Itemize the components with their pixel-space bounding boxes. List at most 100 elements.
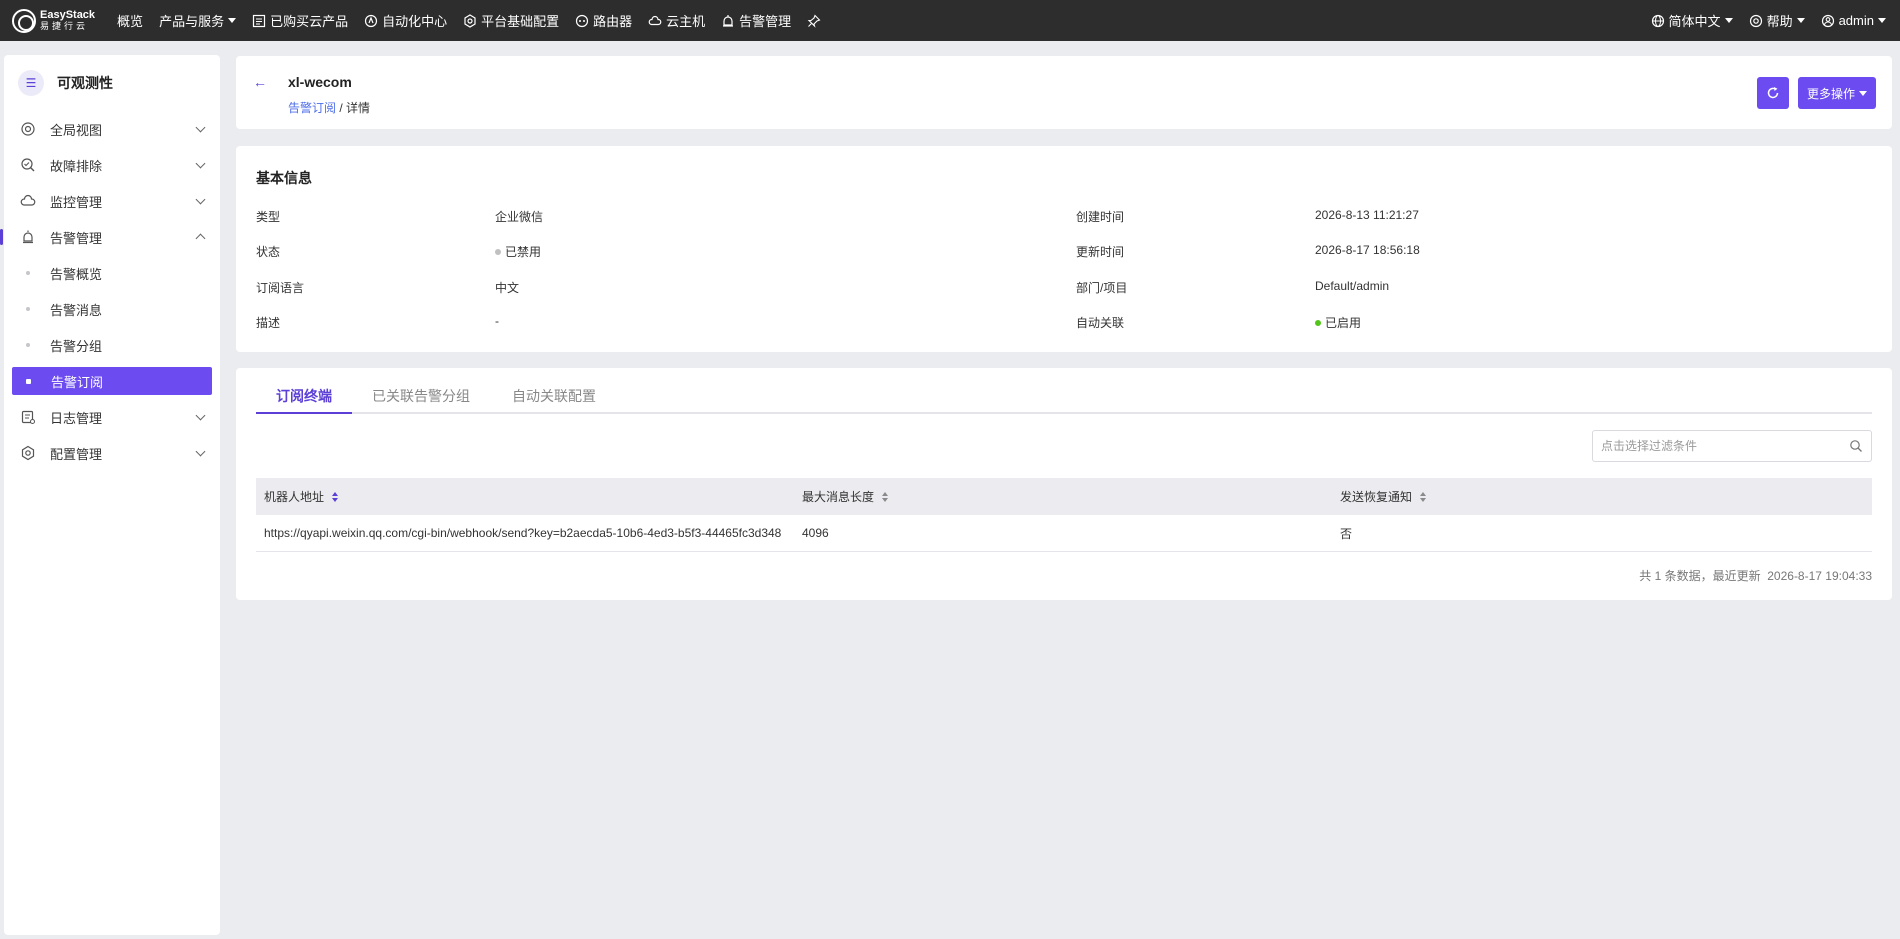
- user-menu[interactable]: admin: [1813, 0, 1894, 41]
- username-label: admin: [1838, 13, 1874, 28]
- sort-icon[interactable]: [882, 492, 889, 502]
- nav-automation-center[interactable]: 自动化中心: [356, 0, 455, 41]
- info-value-updated: 2026-8-17 18:56:18: [1315, 243, 1420, 257]
- automation-icon: [364, 14, 378, 27]
- sidebar-item-config-management[interactable]: 配置管理: [4, 435, 220, 471]
- info-auto-association: 已启用: [1315, 314, 1361, 331]
- logo-text-en: EasyStack: [40, 8, 96, 21]
- back-arrow-icon[interactable]: ←: [250, 72, 270, 92]
- chevron-down-icon: [195, 410, 206, 421]
- sidebar-item-global-view[interactable]: 全局视图: [4, 111, 220, 147]
- tab-auto-association-config[interactable]: 自动关联配置: [512, 386, 596, 414]
- menu-icon[interactable]: ☰: [18, 70, 44, 96]
- info-value-language: 中文: [495, 281, 520, 295]
- info-value-status: 已禁用: [505, 245, 542, 259]
- log-icon: [21, 410, 35, 424]
- column-header-robot-address[interactable]: 机器人地址: [256, 488, 794, 505]
- globe-icon: [1651, 14, 1664, 27]
- info-status: 已禁用: [495, 243, 541, 260]
- info-label-status: 状态: [256, 245, 281, 259]
- nav-products-services[interactable]: 产品与服务: [151, 0, 244, 41]
- language-label: 简体中文: [1668, 14, 1721, 29]
- sidebar-subitem-alarm-overview[interactable]: 告警概览: [4, 255, 220, 291]
- easystack-logo[interactable]: EasyStack 易捷行云: [12, 0, 95, 41]
- chevron-down-icon: [195, 122, 206, 133]
- logo-text-cn: 易捷行云: [40, 20, 89, 31]
- help-icon: [1749, 14, 1762, 27]
- info-value-created: 2026-8-13 11:21:27: [1315, 208, 1419, 222]
- nav-overview-label: 概览: [117, 14, 144, 29]
- sidebar-item-label: 日志管理: [50, 410, 103, 426]
- nav-alarm-management[interactable]: 告警管理: [713, 0, 799, 41]
- cell-robot-address: https://qyapi.weixin.qq.com/cgi-bin/webh…: [264, 526, 782, 540]
- top-navigation-bar: EasyStack 易捷行云 概览 产品与服务 已购买云产品 自动化中心 平台基…: [0, 0, 1900, 41]
- sidebar-item-label: 全局视图: [50, 122, 103, 138]
- breadcrumb-link-alarm-subscription[interactable]: 告警订阅: [288, 101, 336, 115]
- tab-subscription-endpoints[interactable]: 订阅终端: [276, 386, 332, 414]
- sidebar-item-label: 配置管理: [50, 446, 103, 462]
- more-actions-button[interactable]: 更多操作: [1798, 77, 1876, 109]
- nav-platform-config[interactable]: 平台基础配置: [455, 0, 567, 41]
- nav-cloud-host[interactable]: 云主机: [640, 0, 713, 41]
- sidebar-item-label: 告警管理: [50, 230, 103, 246]
- global-view-icon: [21, 122, 35, 136]
- tab-bar: 订阅终端 已关联告警分组 自动关联配置: [256, 386, 1872, 414]
- endpoints-table: 机器人地址 最大消息长度 发送恢复通知 https://qyapi.weixin…: [256, 478, 1872, 552]
- gear-icon: [21, 445, 35, 461]
- tab-linked-alarm-groups[interactable]: 已关联告警分组: [372, 386, 470, 414]
- sort-icon[interactable]: [332, 492, 339, 502]
- nav-overview[interactable]: 概览: [109, 0, 151, 41]
- sort-icon[interactable]: [1420, 492, 1427, 502]
- column-header-label: 最大消息长度: [802, 490, 875, 504]
- chevron-down-icon: [195, 194, 206, 205]
- sidebar-item-label: 监控管理: [50, 194, 103, 210]
- info-label-type: 类型: [256, 210, 281, 224]
- sidebar-subitem-alarm-messages[interactable]: 告警消息: [4, 291, 220, 327]
- nav-purchased-products[interactable]: 已购买云产品: [244, 0, 356, 41]
- filter-search-box[interactable]: [1592, 430, 1872, 462]
- sidebar-item-label: 故障排除: [50, 158, 103, 174]
- info-label-created: 创建时间: [1076, 210, 1125, 224]
- breadcrumb: 告警订阅 / 详情: [288, 99, 370, 116]
- basic-info-title: 基本信息: [256, 170, 312, 186]
- info-label-project: 部门/项目: [1076, 281, 1128, 295]
- sidebar-item-alarm-management[interactable]: 告警管理: [0, 219, 220, 255]
- cloud-icon: [648, 15, 662, 25]
- column-header-label: 机器人地址: [264, 490, 325, 504]
- column-header-max-message-length[interactable]: 最大消息长度: [794, 488, 1332, 505]
- sidebar-subitem-alarm-groups[interactable]: 告警分组: [4, 327, 220, 363]
- status-disabled-dot: [495, 249, 501, 255]
- more-actions-label: 更多操作: [1806, 86, 1855, 101]
- chevron-down-icon: [195, 446, 206, 457]
- caret-down-icon: [1796, 18, 1805, 23]
- subscription-tabs-card: 订阅终端 已关联告警分组 自动关联配置 机器人地址 最大消息长度 发送恢复通知 …: [236, 368, 1892, 600]
- nav-router[interactable]: 路由器: [567, 0, 640, 41]
- sidebar-item-monitoring[interactable]: 监控管理: [4, 183, 220, 219]
- troubleshoot-icon: [21, 158, 35, 172]
- search-icon[interactable]: [1849, 439, 1863, 453]
- refresh-button[interactable]: [1757, 77, 1789, 109]
- refresh-icon: [1767, 87, 1779, 99]
- help-menu[interactable]: 帮助: [1741, 0, 1813, 41]
- sidebar-item-log-management[interactable]: 日志管理: [4, 399, 220, 435]
- sidebar-subitem-alarm-subscription[interactable]: 告警订阅: [12, 367, 212, 395]
- language-selector[interactable]: 简体中文: [1643, 0, 1741, 41]
- filter-input[interactable]: [1601, 439, 1841, 453]
- cell-send-recovery: 否: [1340, 526, 1353, 541]
- info-value-description: -: [495, 314, 499, 328]
- column-header-label: 发送恢复通知: [1340, 490, 1413, 504]
- caret-down-icon: [1859, 90, 1867, 96]
- chevron-up-icon: [195, 233, 206, 244]
- nav-products-label: 产品与服务: [159, 14, 225, 29]
- page-title: xl-wecom: [288, 74, 352, 90]
- bullet-icon: [26, 343, 30, 347]
- router-icon: [576, 14, 589, 27]
- pin-button[interactable]: [799, 0, 833, 41]
- breadcrumb-current: 详情: [346, 101, 371, 115]
- logo-mark-icon: [12, 8, 36, 33]
- sidebar-subitem-label: 告警分组: [50, 338, 103, 354]
- nav-alarm-label: 告警管理: [739, 14, 792, 29]
- chevron-down-icon: [195, 158, 206, 169]
- column-header-send-recovery[interactable]: 发送恢复通知: [1332, 488, 1872, 505]
- sidebar-item-troubleshooting[interactable]: 故障排除: [4, 147, 220, 183]
